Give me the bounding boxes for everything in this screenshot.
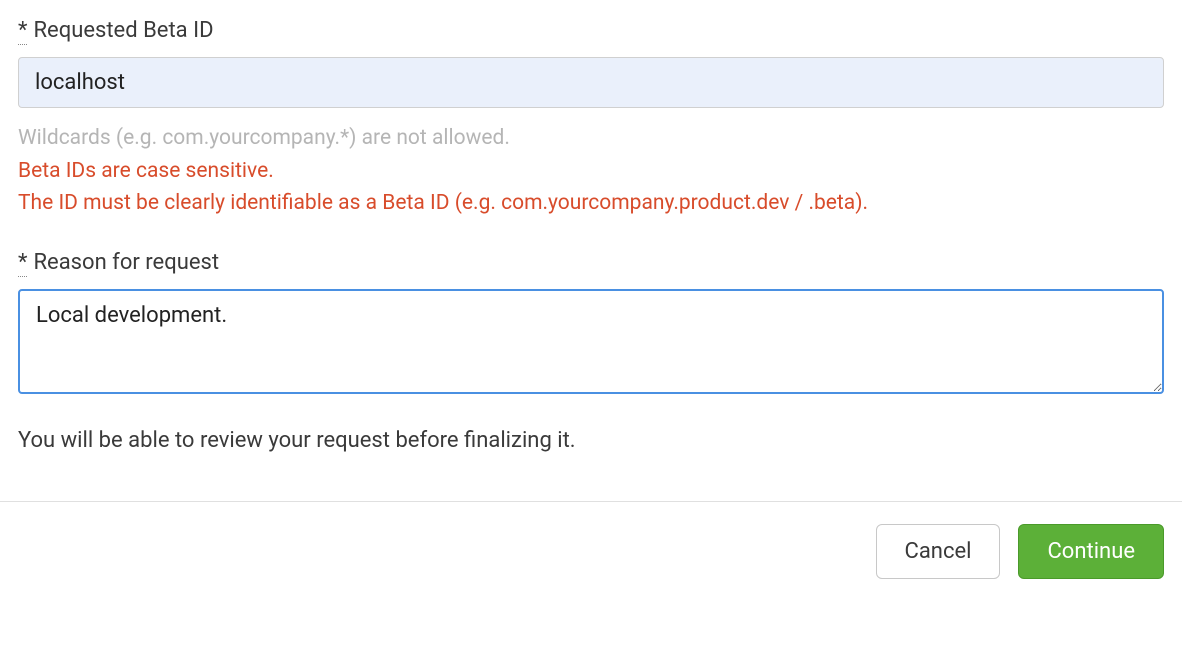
reason-label: * Reason for request (18, 250, 1164, 277)
beta-id-label-text: Requested Beta ID (33, 18, 213, 43)
reason-field-block: * Reason for request (18, 250, 1164, 398)
reason-textarea[interactable] (18, 289, 1164, 394)
button-row: Cancel Continue (0, 502, 1182, 601)
help-identifiable: The ID must be clearly identifiable as a… (18, 187, 1164, 220)
reason-label-text: Reason for request (33, 250, 219, 275)
beta-id-help: Wildcards (e.g. com.yourcompany.*) are n… (18, 122, 1164, 220)
beta-id-field-block: * Requested Beta ID Wildcards (e.g. com.… (18, 18, 1164, 220)
review-notice: You will be able to review your request … (18, 428, 1164, 453)
form-container: * Requested Beta ID Wildcards (e.g. com.… (0, 0, 1182, 453)
continue-button[interactable]: Continue (1018, 524, 1164, 579)
beta-id-label: * Requested Beta ID (18, 18, 1164, 45)
help-wildcards: Wildcards (e.g. com.yourcompany.*) are n… (18, 122, 1164, 155)
help-case-sensitive: Beta IDs are case sensitive. (18, 155, 1164, 188)
cancel-button[interactable]: Cancel (876, 524, 1001, 579)
required-asterisk: * (18, 250, 27, 277)
required-asterisk: * (18, 18, 27, 45)
beta-id-input[interactable] (18, 57, 1164, 108)
